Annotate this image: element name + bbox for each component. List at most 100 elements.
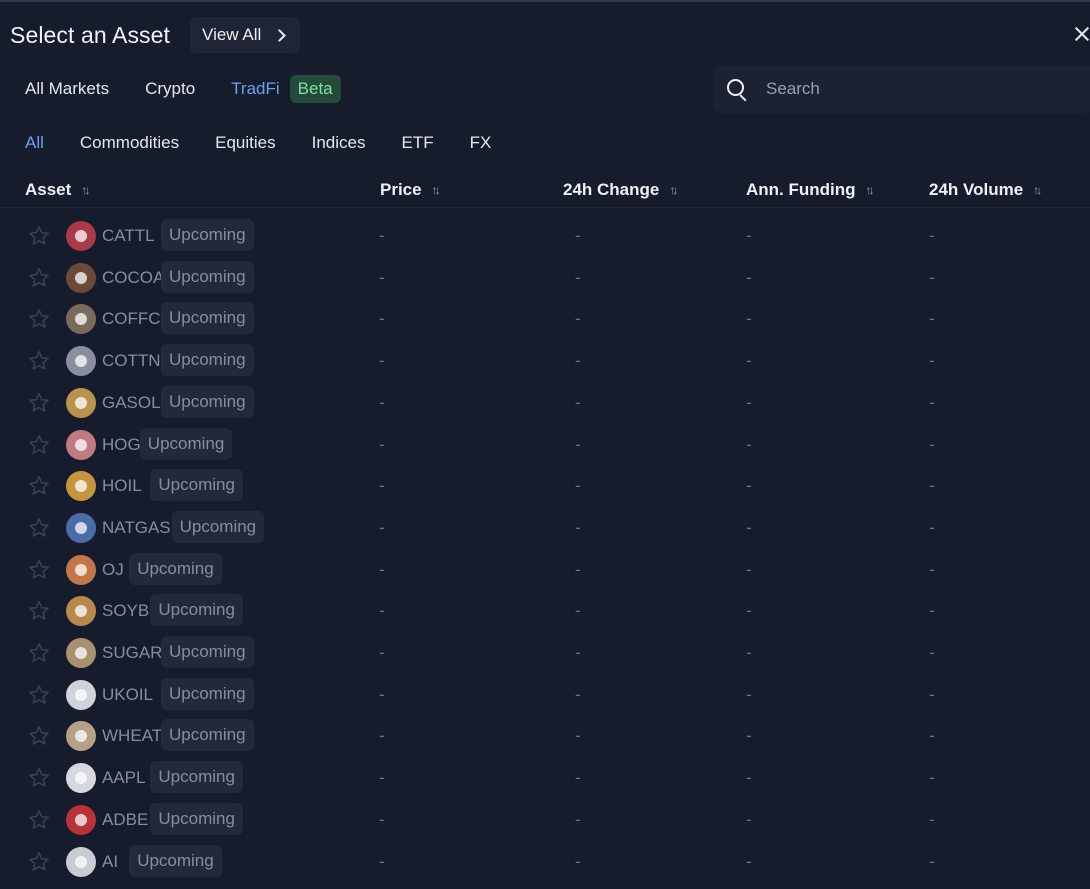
table-row[interactable]: COCOA Upcoming - - - - bbox=[0, 257, 1090, 299]
table-row[interactable]: AAPL Upcoming - - - - bbox=[0, 757, 1090, 799]
star-icon[interactable] bbox=[27, 850, 51, 874]
change-value: - bbox=[575, 768, 581, 788]
star-icon[interactable] bbox=[27, 307, 51, 331]
star-icon[interactable] bbox=[27, 516, 51, 540]
price-value: - bbox=[379, 351, 385, 371]
status-badge: Upcoming bbox=[150, 761, 243, 794]
status-badge: Upcoming bbox=[139, 427, 233, 460]
volume-value: - bbox=[929, 476, 935, 496]
change-value: - bbox=[575, 392, 581, 412]
volume-value: - bbox=[929, 434, 935, 454]
star-icon[interactable] bbox=[27, 766, 51, 790]
table-header: Asset ↑↓ Price ↑↓ 24h Change ↑↓ Ann. Fun… bbox=[0, 174, 1090, 208]
table-row[interactable]: CATTL Upcoming - - - - bbox=[0, 215, 1090, 257]
adobe-icon bbox=[66, 804, 96, 835]
category-tabs: All Commodities Equities Indices ETF FX bbox=[25, 130, 527, 156]
funding-value: - bbox=[746, 267, 752, 287]
table-row[interactable]: GASOL Upcoming - - - - bbox=[0, 382, 1090, 424]
change-value: - bbox=[575, 226, 581, 245]
market-tabs: All Markets Crypto TradFi Beta bbox=[25, 74, 341, 104]
column-price[interactable]: Price ↑↓ bbox=[380, 180, 441, 200]
column-asset[interactable]: Asset ↑↓ bbox=[25, 180, 90, 200]
star-icon[interactable] bbox=[27, 474, 51, 498]
change-value: - bbox=[575, 309, 581, 329]
volume-value: - bbox=[929, 517, 935, 537]
tab-equities[interactable]: Equities bbox=[215, 133, 275, 153]
natural-gas-icon bbox=[66, 512, 96, 543]
asset-symbol: HOG bbox=[102, 434, 141, 454]
change-value: - bbox=[575, 267, 581, 287]
change-value: - bbox=[575, 851, 581, 871]
cattle-icon bbox=[66, 221, 96, 251]
star-icon[interactable] bbox=[27, 683, 51, 707]
table-row[interactable]: ADBE Upcoming - - - - bbox=[0, 799, 1090, 841]
table-row[interactable]: AI Upcoming - - - - bbox=[0, 841, 1090, 883]
asset-symbol: WHEAT bbox=[102, 726, 163, 746]
view-all-button[interactable]: View All bbox=[190, 17, 301, 53]
table-row[interactable]: WHEAT Upcoming - - - - bbox=[0, 715, 1090, 757]
status-badge: Upcoming bbox=[161, 302, 254, 335]
funding-value: - bbox=[746, 517, 752, 537]
apple-icon bbox=[66, 763, 96, 794]
heating-oil-icon bbox=[66, 471, 96, 502]
status-badge: Upcoming bbox=[161, 219, 254, 251]
status-badge: Upcoming bbox=[150, 802, 243, 835]
modal-header: Select an Asset View All bbox=[10, 16, 301, 54]
tab-crypto[interactable]: Crypto bbox=[145, 79, 195, 99]
status-badge: Upcoming bbox=[161, 677, 254, 710]
price-value: - bbox=[379, 559, 385, 579]
table-row[interactable]: COFFC Upcoming - - - - bbox=[0, 298, 1090, 340]
table-row[interactable]: COTTN Upcoming - - - - bbox=[0, 340, 1090, 382]
asset-symbol: COCOA bbox=[102, 267, 165, 287]
tab-indices[interactable]: Indices bbox=[312, 133, 366, 153]
change-value: - bbox=[575, 726, 581, 746]
sort-icon: ↑↓ bbox=[669, 183, 678, 197]
column-24h-volume[interactable]: 24h Volume ↑↓ bbox=[929, 180, 1042, 200]
table-row[interactable]: OJ Upcoming - - - - bbox=[0, 549, 1090, 591]
volume-value: - bbox=[929, 601, 935, 621]
tab-tradfi[interactable]: TradFi bbox=[231, 79, 280, 99]
funding-value: - bbox=[746, 434, 752, 454]
star-icon[interactable] bbox=[27, 724, 51, 748]
table-row[interactable]: SOYB Upcoming - - - - bbox=[0, 590, 1090, 632]
asset-symbol: HOIL bbox=[102, 476, 142, 496]
column-24h-change[interactable]: 24h Change ↑↓ bbox=[563, 180, 678, 200]
tab-commodities[interactable]: Commodities bbox=[80, 133, 179, 153]
tab-fx[interactable]: FX bbox=[470, 133, 492, 153]
soybean-icon bbox=[66, 596, 96, 627]
column-24h-volume-label: 24h Volume bbox=[929, 180, 1024, 199]
search-placeholder: Search bbox=[766, 79, 820, 98]
close-icon[interactable] bbox=[1070, 22, 1090, 46]
star-icon[interactable] bbox=[27, 599, 51, 623]
star-icon[interactable] bbox=[27, 641, 51, 665]
column-ann-funding[interactable]: Ann. Funding ↑↓ bbox=[746, 180, 875, 200]
star-icon[interactable] bbox=[27, 224, 51, 248]
table-row[interactable]: UKOIL Upcoming - - - - bbox=[0, 674, 1090, 716]
star-icon[interactable] bbox=[27, 558, 51, 582]
star-icon[interactable] bbox=[27, 349, 51, 373]
status-badge: Upcoming bbox=[171, 510, 265, 543]
table-row[interactable]: SUGAR Upcoming - - - - bbox=[0, 632, 1090, 674]
star-icon[interactable] bbox=[27, 808, 51, 832]
tab-all[interactable]: All bbox=[25, 133, 44, 153]
funding-value: - bbox=[746, 768, 752, 788]
table-row[interactable]: HOIL Upcoming - - - - bbox=[0, 465, 1090, 507]
price-value: - bbox=[379, 684, 385, 704]
volume-value: - bbox=[929, 226, 935, 245]
change-value: - bbox=[575, 434, 581, 454]
volume-value: - bbox=[929, 851, 935, 871]
star-icon[interactable] bbox=[27, 433, 51, 457]
change-value: - bbox=[575, 643, 581, 662]
search-input[interactable]: Search bbox=[713, 65, 1090, 113]
asset-symbol: NATGAS bbox=[102, 517, 171, 537]
change-value: - bbox=[575, 476, 581, 496]
table-row[interactable]: HOG Upcoming - - - - bbox=[0, 424, 1090, 466]
tab-all-markets[interactable]: All Markets bbox=[25, 79, 109, 99]
star-icon[interactable] bbox=[27, 266, 51, 290]
tab-etf[interactable]: ETF bbox=[401, 133, 433, 153]
funding-value: - bbox=[746, 684, 752, 704]
star-icon[interactable] bbox=[27, 391, 51, 415]
price-value: - bbox=[379, 601, 385, 621]
column-24h-change-label: 24h Change bbox=[563, 180, 660, 199]
table-row[interactable]: NATGAS Upcoming - - - - bbox=[0, 507, 1090, 549]
